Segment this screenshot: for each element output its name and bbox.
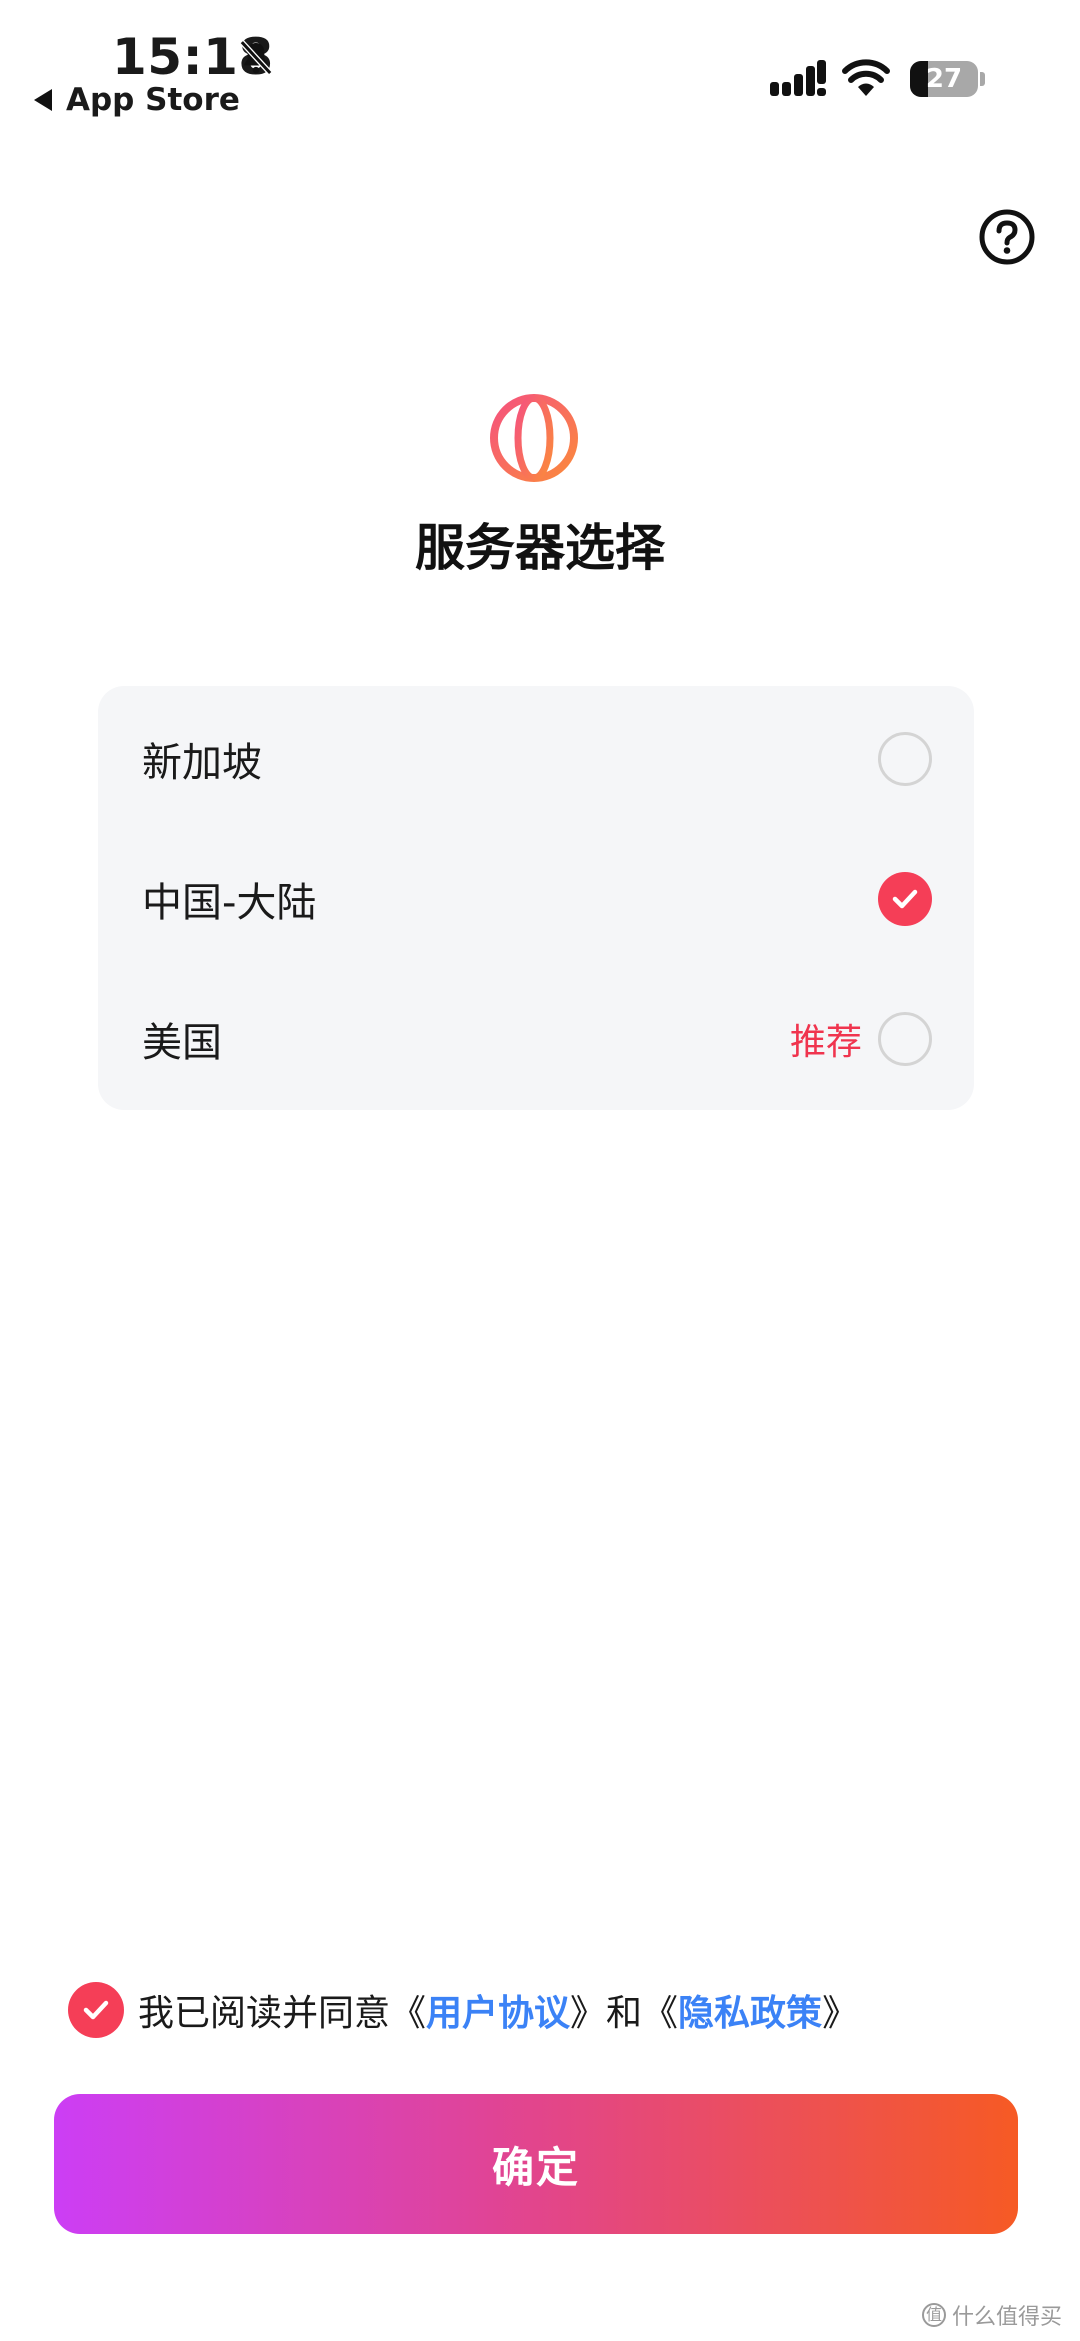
watermark-logo-icon: 值 — [921, 2303, 946, 2327]
agreement-row: 我已阅读并同意《 用户协议 》和《 隐私政策》 — [68, 1982, 858, 2038]
question-circle-icon[interactable] — [978, 208, 1036, 266]
server-recommend-tag: 推荐 — [789, 1022, 862, 1063]
back-arrow-icon — [34, 89, 52, 111]
wifi-icon — [842, 59, 890, 96]
confirm-button[interactable]: 确定 — [54, 2094, 1018, 2234]
cellular-signal-icon — [770, 60, 826, 96]
agreement-suffix: 》 — [822, 1993, 859, 2034]
user-agreement-link[interactable]: 用户协议 — [426, 1984, 570, 2036]
agreement-prefix: 我已阅读并同意《 — [138, 1993, 427, 2034]
check-icon — [83, 2000, 109, 2020]
back-label: App Store — [66, 82, 240, 118]
server-name: 新加坡 — [142, 740, 262, 786]
watermark: 值 什么值得买 — [921, 2299, 1062, 2331]
server-name: 中国-大陆 — [142, 880, 317, 926]
bell-slash-icon — [239, 40, 273, 75]
server-option-singapore[interactable]: 新加坡 — [98, 689, 974, 829]
server-radio[interactable] — [878, 1012, 932, 1066]
server-option-china-mainland[interactable]: 中国-大陆 — [98, 829, 974, 969]
battery-tip — [980, 72, 985, 86]
server-select-screen: 15:18 App Store 27 服务器选择 新加坡 中国-大陆 美国 推荐… — [0, 0, 1080, 2341]
check-icon — [892, 889, 918, 909]
watermark-text: 什么值得买 — [951, 2305, 1062, 2330]
server-radio[interactable] — [878, 732, 932, 786]
battery-percent: 27 — [925, 64, 963, 94]
server-option-usa[interactable]: 美国 推荐 — [98, 969, 974, 1109]
back-to-app-store[interactable]: App Store — [34, 82, 240, 118]
server-radio-checked[interactable] — [878, 872, 932, 926]
agreement-checkbox[interactable] — [68, 1982, 124, 2038]
globe-icon — [490, 394, 578, 482]
server-list: 新加坡 中国-大陆 美国 推荐 — [98, 686, 974, 1110]
battery-icon: 27 — [910, 61, 978, 97]
page-title: 服务器选择 — [415, 519, 665, 577]
privacy-policy-link[interactable]: 隐私政策 — [678, 1984, 822, 2036]
agreement-middle: 》和《 — [570, 1993, 679, 2034]
server-name: 美国 — [142, 1020, 222, 1066]
